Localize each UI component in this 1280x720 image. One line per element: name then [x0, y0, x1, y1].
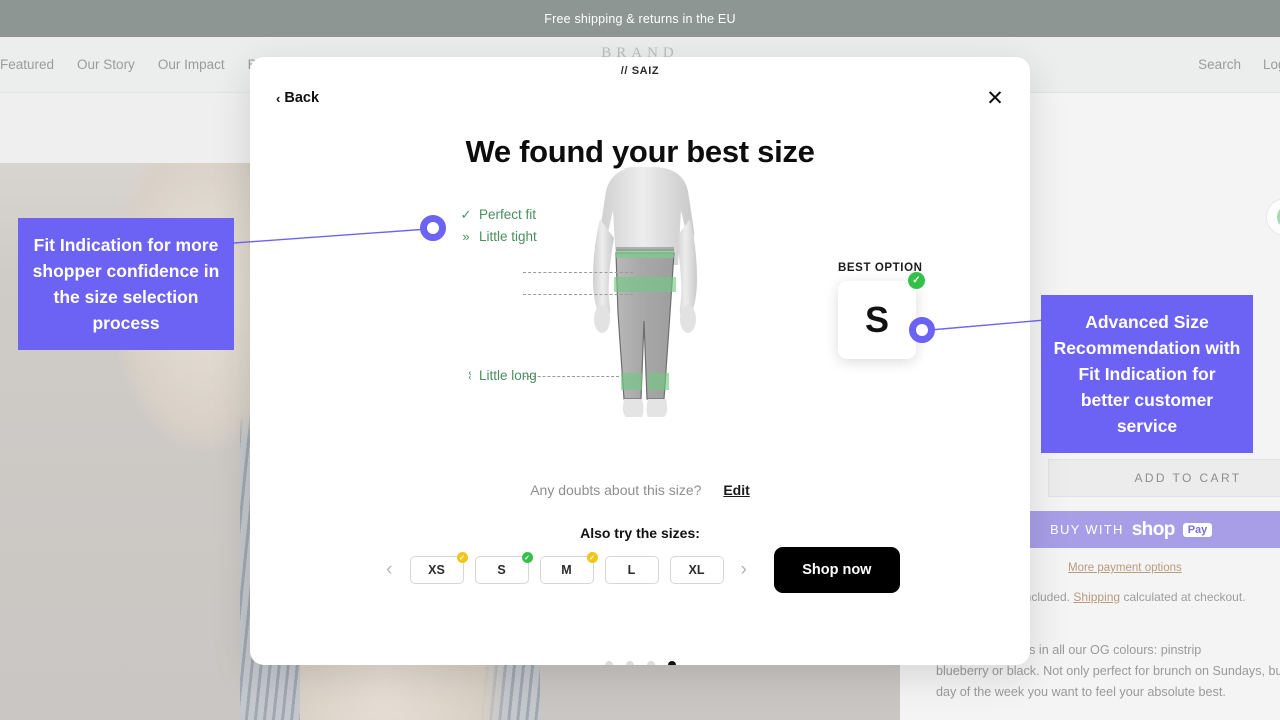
size-option-xs-label: XS	[428, 563, 445, 577]
size-option-xl[interactable]: XL	[669, 556, 724, 584]
fit-badge-icon: ✓	[521, 552, 533, 563]
size-option-s[interactable]: S ✓	[474, 552, 533, 584]
add-to-cart-button[interactable]: ADD TO CART	[1048, 459, 1280, 497]
add-to-cart-label: ADD TO CART	[1134, 471, 1242, 485]
fit-indicator-little-tight: » Little tight	[460, 229, 537, 244]
fit-indicator-perfect-fit: ✓ Perfect fit	[460, 207, 536, 222]
shop-pay-wordmark: shop	[1131, 518, 1176, 540]
fit-badge-icon: ✓	[456, 552, 468, 563]
best-option-size-card[interactable]: S ✓	[838, 272, 925, 359]
fit-indicator-little-long: ˇˇ Little long	[458, 368, 537, 383]
next-size-arrow-icon[interactable]: ›	[735, 559, 753, 581]
doubts-row: Any doubts about this size? Edit	[250, 482, 1030, 498]
shop-now-label: Shop now	[802, 562, 872, 578]
annotation-callout-right: Advanced Size Recommendation with Fit In…	[1041, 295, 1253, 453]
body-figure-illustration	[560, 166, 730, 427]
saiz-logo: // SAIZ	[620, 65, 660, 77]
prev-size-arrow-icon[interactable]: ‹	[380, 559, 398, 581]
shop-pay-prefix: BUY WITH	[1050, 522, 1124, 537]
leader-line-little-long	[523, 376, 619, 377]
check-icon: ✓	[460, 207, 472, 222]
size-option-l-label: L	[627, 563, 636, 577]
doubts-text: Any doubts about this size?	[530, 482, 702, 498]
also-try-label: Also try the sizes:	[580, 525, 700, 541]
size-option-m[interactable]: M ✓	[539, 552, 598, 584]
back-button[interactable]: ‹ Back	[276, 90, 319, 106]
saiz-size-widget[interactable]: S is your size	[1266, 198, 1280, 236]
size-option-xs[interactable]: XS ✓	[409, 552, 468, 584]
shop-now-button[interactable]: Shop now	[773, 547, 900, 593]
annotation-marker-right	[909, 317, 935, 343]
size-option-s-label: S	[497, 563, 506, 577]
fit-label-little-long: Little long	[479, 368, 537, 383]
pagination-dot-4[interactable]	[667, 661, 676, 665]
best-option-label: BEST OPTION	[838, 262, 923, 274]
annotation-callout-left: Fit Indication for more shopper confiden…	[18, 218, 234, 350]
secondary-nav: Search Login	[1198, 37, 1280, 92]
size-selector-row: ‹ XS ✓ S ✓ M ✓ L XL › Shop now	[276, 547, 1004, 593]
more-payment-options-link[interactable]: More payment options	[1068, 562, 1182, 574]
best-option-block: BEST OPTION S ✓	[838, 262, 925, 359]
nav-item-login[interactable]: Login	[1263, 57, 1280, 72]
shipping-link[interactable]: Shipping	[1073, 590, 1120, 604]
fit-label-little-tight: Little tight	[479, 229, 537, 244]
size-option-l[interactable]: L	[604, 556, 659, 584]
best-option-size-value: S	[864, 299, 889, 340]
page-title: We found your best size	[465, 134, 815, 169]
tax-note-post: calculated at checkout.	[1123, 590, 1246, 604]
back-button-label: Back	[284, 90, 320, 106]
announcement-bar: Free shipping & returns in the EU	[0, 0, 1280, 37]
pagination-dot-1[interactable]	[604, 661, 613, 665]
tax-shipping-note: included. Shipping calculated at checkou…	[1022, 590, 1246, 604]
size-option-xl-label: XL	[688, 563, 705, 577]
size-option-m-label: M	[561, 563, 572, 577]
leader-line-perfect-fit	[523, 272, 633, 273]
size-recommendation-modal: // SAIZ ‹ Back ✕ We found your best size	[250, 57, 1030, 665]
edit-link[interactable]: Edit	[723, 482, 749, 498]
fit-label-perfect-fit: Perfect fit	[479, 207, 537, 222]
nav-item-search[interactable]: Search	[1198, 57, 1241, 72]
check-badge-icon: ✓	[908, 272, 925, 289]
double-chevron-down-icon: ˇˇ	[458, 371, 474, 380]
double-chevron-right-icon: »	[462, 229, 470, 244]
fit-badge-icon: ✓	[586, 552, 598, 563]
leader-line-little-tight	[523, 294, 633, 295]
description-line-3: day of the week you want to feel your ab…	[936, 685, 1226, 699]
chevron-left-icon: ‹	[276, 90, 281, 106]
pagination-dot-3[interactable]	[646, 661, 655, 665]
body-figure-svg	[593, 166, 697, 417]
pagination-dots	[250, 661, 1030, 665]
shop-pay-badge: Pay	[1182, 522, 1213, 537]
shop-pay-button[interactable]: BUY WITH shop Pay	[1030, 511, 1280, 548]
pagination-dot-2[interactable]	[625, 661, 634, 665]
annotation-marker-left	[420, 215, 446, 241]
close-icon[interactable]: ✕	[982, 85, 1008, 111]
announcement-text: Free shipping & returns in the EU	[544, 11, 736, 26]
